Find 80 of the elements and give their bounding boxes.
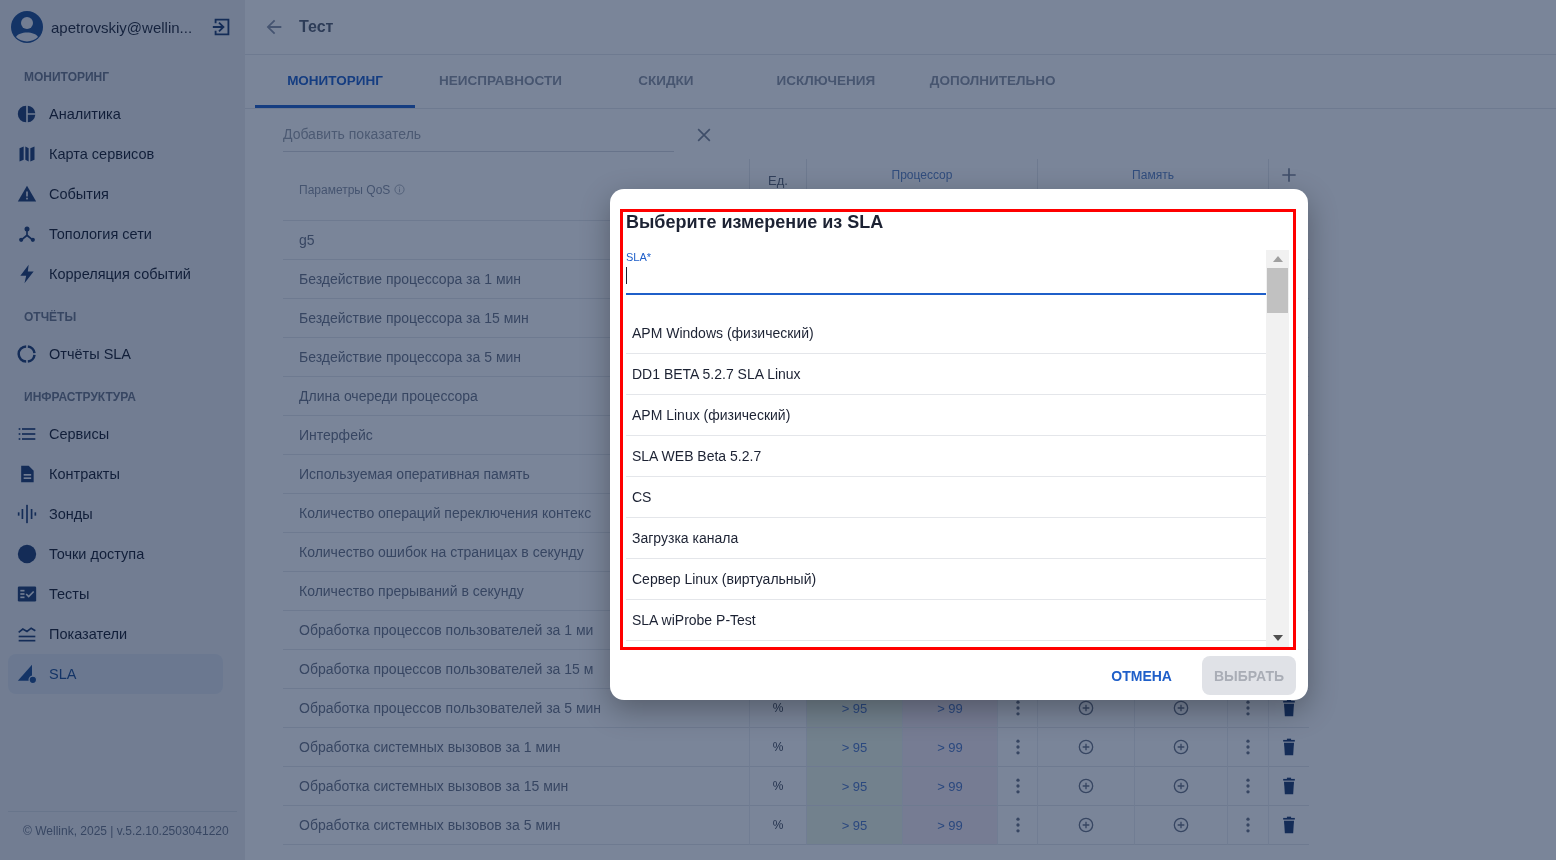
table-cell: Обработка системных вызовов за 1 мин: [299, 739, 561, 755]
info-icon: [394, 184, 406, 195]
sidebar-item[interactable]: Показатели: [8, 614, 223, 654]
cancel-button[interactable]: ОТМЕНА: [1099, 656, 1184, 695]
table-cell: %: [772, 740, 784, 754]
sidebar-item[interactable]: Зонды: [8, 494, 223, 534]
table-cell: Бездействие процессора за 15 мин: [299, 310, 529, 326]
table-cell: Количество ошибок на страницах в секунду: [299, 544, 584, 560]
table-cell: > 99: [937, 700, 963, 716]
avatar-icon: [11, 11, 43, 43]
table-cell: > 95: [841, 739, 868, 755]
list-option[interactable]: Загрузка канала: [626, 518, 1266, 559]
sidebar-item[interactable]: Карта сервисов: [8, 134, 223, 174]
wave-lines-icon: [17, 624, 37, 644]
tab[interactable]: МОНИТОРИНГ: [255, 55, 415, 108]
table-cell: %: [772, 818, 784, 832]
sidebar-item[interactable]: Аналитика: [8, 94, 223, 134]
triangle-gear-icon: [17, 664, 37, 684]
table-cell: > 99: [937, 778, 963, 794]
user-email: apetrovskiy@wellin...: [51, 18, 194, 36]
table-cell: > 99: [937, 817, 963, 833]
table-cell: Обработка системных вызовов за 5 мин: [299, 817, 561, 833]
list-option[interactable]: DD1 BETA 5.2.7 SLA Linux: [626, 354, 1266, 395]
sidebar-item[interactable]: Сервисы: [8, 414, 223, 454]
table-cell: Бездействие процессора за 1 мин: [299, 271, 522, 287]
table-cell: Обработка процессов пользователей за 15 м: [299, 661, 594, 677]
table-cell: Количество прерываний в секунду: [299, 583, 524, 599]
map-icon: [17, 144, 37, 164]
table-cell: > 95: [841, 778, 868, 794]
list-option[interactable]: CS: [626, 477, 1266, 518]
table-cell: Длина очереди процессора: [299, 388, 478, 404]
sla-field[interactable]: SLA*: [626, 250, 1266, 295]
dialog-title: Выберите измерение из SLA: [626, 212, 885, 232]
section-heading: ИНФРАСТРУКТУРА: [23, 389, 137, 406]
sidebar-item[interactable]: Отчёты SLA: [8, 334, 223, 374]
column-header: Процессор: [891, 167, 953, 182]
scrollbar[interactable]: [1266, 250, 1289, 647]
add-circle-icon[interactable]: [1076, 698, 1096, 718]
table-cell: %: [772, 779, 784, 793]
column-header: Ед.: [768, 173, 788, 188]
warning-icon: [17, 184, 37, 204]
scroll-thumb[interactable]: [1267, 268, 1288, 313]
checklist-icon: [17, 584, 37, 604]
list-option[interactable]: APM Linux (физический): [626, 395, 1266, 436]
sidebar-item[interactable]: Тесты: [8, 574, 223, 614]
page-title: Тест: [299, 18, 334, 36]
table-cell: g5: [299, 232, 315, 248]
ring-icon: [17, 344, 37, 364]
table-cell: %: [772, 701, 784, 715]
sidebar-item[interactable]: Корреляция событий: [8, 254, 223, 294]
list-option[interactable]: APM Windows (физический): [626, 313, 1266, 354]
scroll-up-icon[interactable]: [1272, 256, 1283, 262]
sidebar-item[interactable]: Топология сети: [8, 214, 223, 254]
column-header: Память: [1132, 167, 1174, 182]
list-option[interactable]: SLA WEB Beta 5.2.7: [626, 436, 1266, 477]
table-cell: > 95: [841, 817, 868, 833]
table-cell: Количество операций переключения контекс: [299, 505, 592, 521]
version-footer: © Wellink, 2025 | v.5.2.10.2503041220: [8, 811, 237, 860]
table-cell: Обработка процессов пользователей за 1 ми: [299, 622, 594, 638]
sidebar-item[interactable]: События: [8, 174, 223, 214]
table-cell: Интерфейс: [299, 427, 373, 443]
circle-icon: [17, 544, 37, 564]
table-cell: Используемая оперативная память: [299, 466, 530, 482]
signal-bars-icon: [17, 504, 37, 524]
sidebar-item[interactable]: SLA: [8, 654, 223, 694]
table-cell: Бездействие процессора за 5 мин: [299, 349, 522, 365]
list-option[interactable]: Сервер Linux (виртуальный): [626, 559, 1266, 600]
add-circle-icon[interactable]: [1171, 698, 1191, 718]
table-cell: > 95: [841, 700, 868, 716]
list-option[interactable]: SLA wiProbe P-Test: [626, 600, 1266, 641]
scroll-down-icon[interactable]: [1272, 635, 1283, 641]
section-heading: ОТЧЁТЫ: [23, 309, 78, 326]
network-icon: [17, 224, 37, 244]
section-heading: МОНИТОРИНГ: [23, 69, 111, 86]
sidebar-item[interactable]: Точки доступа: [8, 534, 223, 574]
table-cell: > 99: [937, 739, 963, 755]
pie-chart-icon: [17, 104, 37, 124]
sidebar-item[interactable]: Контракты: [8, 454, 223, 494]
table-cell: Обработка процессов пользователей за 5 мин: [299, 700, 602, 716]
table-cell: Обработка системных вызовов за 15 мин: [299, 778, 569, 794]
